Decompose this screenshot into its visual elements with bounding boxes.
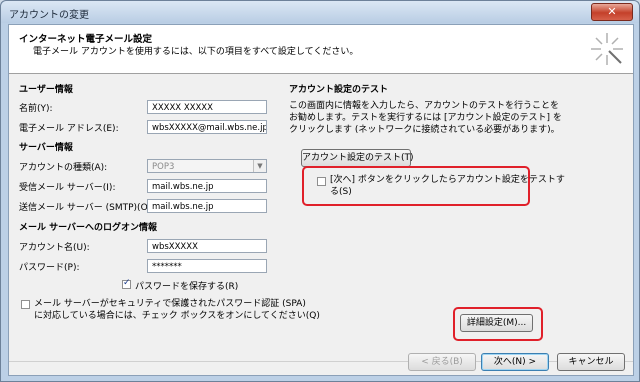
test-on-next-label[interactable]: [次へ] ボタンをクリックしたらアカウント設定をテストす る(S) xyxy=(330,174,565,198)
test-on-next-line1: [次へ] ボタンをクリックしたらアカウント設定をテストす xyxy=(330,175,565,185)
test-on-next-line2: る(S) xyxy=(330,187,352,197)
password-label: パスワード(P): xyxy=(19,263,80,273)
dialog-body: インターネット電子メール設定 電子メール アカウントを使用するには、以下の項目を… xyxy=(8,24,634,376)
test-on-next-checkbox[interactable] xyxy=(317,177,326,186)
name-label: 名前(Y): xyxy=(19,104,53,114)
close-button[interactable]: ✕ xyxy=(591,3,633,21)
next-button[interactable]: 次へ(N) > xyxy=(481,353,549,371)
header-subtitle: 電子メール アカウントを使用するには、以下の項目をすべて設定してください。 xyxy=(33,47,359,57)
server-info-heading: サーバー情報 xyxy=(19,143,73,153)
email-label: 電子メール アドレス(E): xyxy=(19,124,119,134)
test-description-line3: クリックします (ネットワークに接続されている必要があります)。 xyxy=(289,125,560,135)
chevron-down-icon: ▼ xyxy=(253,160,266,172)
account-type-label: アカウントの種類(A): xyxy=(19,163,108,173)
header-title: インターネット電子メール設定 xyxy=(19,34,153,45)
window-title: アカウントの変更 xyxy=(9,10,89,21)
password-input[interactable]: ******* xyxy=(147,259,267,273)
account-name-input[interactable]: wbsXXXXX xyxy=(147,239,267,253)
account-type-select: POP3 ▼ xyxy=(147,159,267,173)
title-bar[interactable]: アカウントの変更 ✕ xyxy=(1,1,639,23)
advanced-settings-button[interactable]: 詳細設定(M)... xyxy=(460,314,533,332)
spa-checkbox[interactable] xyxy=(21,300,30,309)
save-password-label[interactable]: パスワードを保存する(R) xyxy=(135,279,238,292)
test-heading: アカウント設定のテスト xyxy=(289,85,389,95)
incoming-server-input[interactable]: mail.wbs.ne.jp xyxy=(147,179,267,193)
email-input[interactable]: wbsXXXXX@mail.wbs.ne.jp xyxy=(147,120,267,134)
header-panel: インターネット電子メール設定 電子メール アカウントを使用するには、以下の項目を… xyxy=(9,25,633,74)
spa-label-line2: に対応している場合には、チェック ボックスをオンにしてください(Q) xyxy=(34,311,320,321)
test-description-line2: お勧めします。テストを実行するには [アカウント設定のテスト] を xyxy=(289,113,562,123)
test-description: この画面内に情報を入力したら、アカウントのテストを行うことを お勧めします。テス… xyxy=(289,100,562,136)
cancel-button[interactable]: キャンセル xyxy=(557,353,625,371)
save-password-checkbox[interactable] xyxy=(122,278,131,289)
incoming-server-label: 受信メール サーバー(I): xyxy=(19,183,116,193)
spa-label-line1: メール サーバーがセキュリティで保護されたパスワード認証 (SPA) xyxy=(34,299,306,309)
wizard-sparkle-icon xyxy=(591,33,623,65)
outgoing-server-label: 送信メール サーバー (SMTP)(O): xyxy=(19,203,155,213)
back-button[interactable]: < 戻る(B) xyxy=(408,353,476,371)
test-account-button[interactable]: アカウント設定のテスト(T) xyxy=(301,149,414,167)
account-change-window: アカウントの変更 ✕ インターネット電子メール設定 電子メール アカウントを使用… xyxy=(0,0,640,382)
logon-info-heading: メール サーバーへのログオン情報 xyxy=(19,223,158,233)
spa-label[interactable]: メール サーバーがセキュリティで保護されたパスワード認証 (SPA) に対応して… xyxy=(34,298,320,322)
user-info-heading: ユーザー情報 xyxy=(19,85,73,95)
outgoing-server-input[interactable]: mail.wbs.ne.jp xyxy=(147,199,267,213)
test-description-line1: この画面内に情報を入力したら、アカウントのテストを行うことを xyxy=(289,101,560,111)
name-input[interactable]: XXXXX XXXXX xyxy=(147,100,267,114)
account-name-label: アカウント名(U): xyxy=(19,243,90,253)
account-type-value: POP3 xyxy=(152,162,175,172)
